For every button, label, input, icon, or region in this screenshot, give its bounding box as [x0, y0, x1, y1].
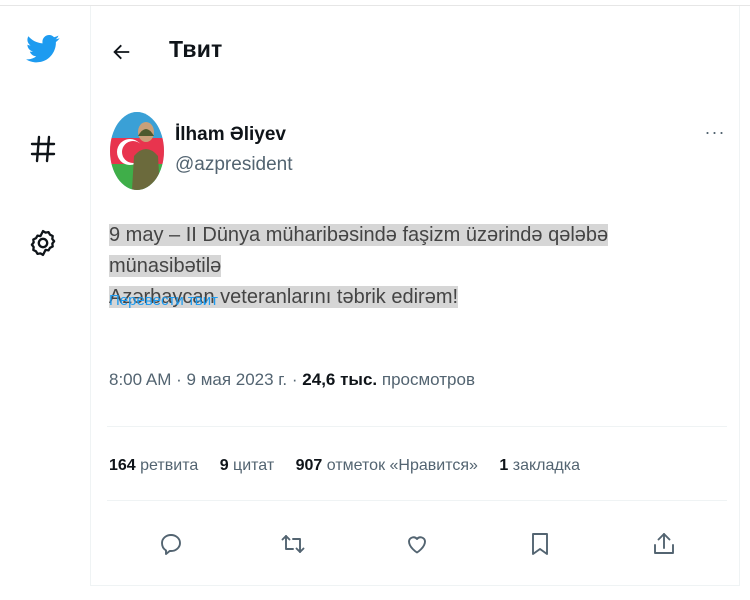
views-count: 24,6 тыс. — [302, 370, 378, 389]
meta-separator: · — [291, 370, 298, 389]
views-label: просмотров — [381, 370, 475, 389]
likes-label: отметок «Нравится» — [326, 457, 478, 474]
tweet-detail-column: Твит İlham Əliyev @azpresident ··· 9 may… — [90, 6, 740, 586]
hashtag-icon[interactable] — [22, 128, 64, 170]
likes-count: 907 — [295, 457, 323, 474]
author-name[interactable]: İlham Əliyev — [175, 124, 286, 146]
retweet-button[interactable] — [276, 527, 310, 561]
engagement-stats: 164 ретвита 9 цитат 907 отметок «Нравитс… — [109, 457, 597, 475]
retweet-icon — [281, 535, 305, 553]
arrow-left-icon — [113, 44, 130, 60]
meta-separator: · — [176, 370, 182, 389]
likes-stat[interactable]: 907 отметок «Нравится» — [296, 457, 478, 475]
tweet-text-line-1: 9 may – II Dünya müharibəsində faşizm üz… — [109, 224, 609, 277]
sidebar-nav — [0, 0, 90, 600]
quotes-count: 9 — [219, 457, 229, 474]
tweet-date[interactable]: 9 мая 2023 г. — [187, 370, 288, 389]
reply-icon — [161, 534, 181, 555]
avatar[interactable] — [110, 112, 164, 190]
column-bottom-border — [90, 585, 740, 586]
share-icon — [654, 533, 674, 554]
tweet-time[interactable]: 8:00 AM — [109, 370, 171, 389]
tweet-meta: 8:00 AM · 9 мая 2023 г. · 24,6 тыс. прос… — [109, 370, 475, 390]
twitter-logo-icon[interactable] — [22, 28, 64, 70]
retweets-label: ретвита — [140, 457, 199, 474]
retweets-count: 164 — [109, 457, 136, 474]
bookmark-button[interactable] — [523, 527, 557, 561]
reply-button[interactable] — [154, 527, 188, 561]
like-button[interactable] — [400, 527, 434, 561]
bookmarks-count: 1 — [499, 457, 509, 474]
back-button[interactable] — [105, 36, 137, 68]
more-options-button[interactable]: ··· — [701, 122, 729, 146]
gear-icon[interactable] — [22, 222, 64, 264]
translate-tweet-link[interactable]: Перевести твит — [109, 292, 218, 309]
retweets-stat[interactable]: 164 ретвита — [109, 457, 198, 475]
page-title: Твит — [169, 36, 223, 62]
author-handle[interactable]: @azpresident — [175, 154, 293, 176]
bookmarks-stat[interactable]: 1 закладка — [499, 457, 580, 475]
quotes-stat[interactable]: 9 цитат — [220, 457, 274, 475]
bookmark-icon — [532, 533, 548, 555]
like-icon — [408, 536, 426, 554]
divider — [107, 500, 727, 501]
share-button[interactable] — [647, 527, 681, 561]
quotes-label: цитат — [233, 457, 275, 474]
divider — [107, 426, 727, 427]
bookmarks-label: закладка — [512, 457, 580, 474]
